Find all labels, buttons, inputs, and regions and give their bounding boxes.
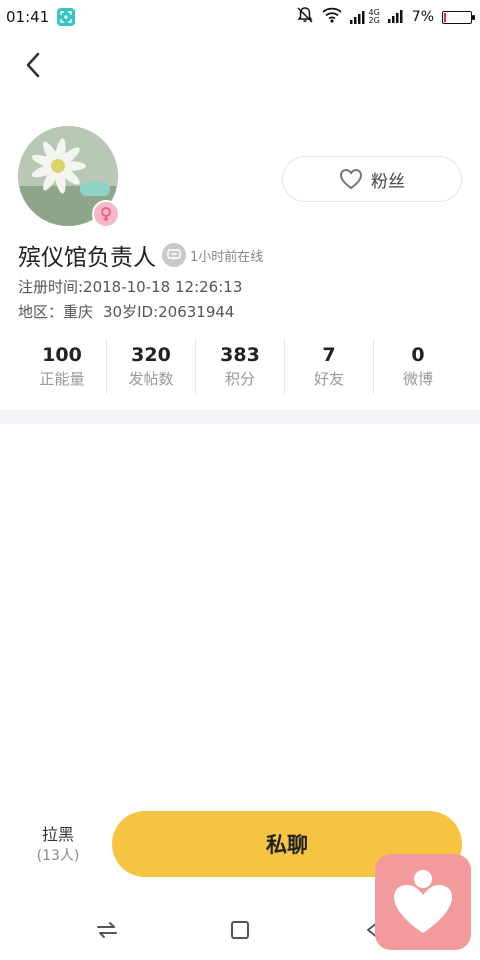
stat-friends[interactable]: 7 好友 [285,338,374,394]
stat-energy[interactable]: 100 正能量 [18,338,107,394]
block-count: (13人) [36,848,80,864]
region: 地区：重庆 [18,303,94,321]
bell-muted-icon [296,6,314,28]
scan-app-icon [57,8,76,26]
battery-level [444,12,446,22]
female-icon [92,200,120,228]
online-status: 1小时前在线 [190,249,264,265]
stat-label: 好友 [313,370,344,388]
stat-value: 0 [411,344,425,366]
floating-app-icon[interactable] [375,854,471,950]
stat-label: 发帖数 [128,370,174,388]
home-icon[interactable] [225,915,255,945]
block-label: 拉黑 [41,825,74,844]
back-button[interactable] [16,46,50,84]
username: 殡仪馆负责人 [18,245,156,271]
stats-row: 100 正能量 320 发帖数 383 积分 7 好友 0 微博 [18,338,462,394]
stat-value: 100 [42,344,82,366]
signal-icon [387,8,404,27]
fans-label: 粉丝 [371,171,405,192]
private-chat-label: 私聊 [266,833,308,857]
message-bubble-icon [162,243,186,267]
stat-label: 正能量 [39,370,85,388]
battery-icon [442,10,475,24]
stat-label: 微博 [402,370,433,388]
status-bar: 01:41 4G 2G 7% [0,0,480,34]
name-row: 殡仪馆负责人 1小时前在线 [18,238,263,272]
wifi-icon [322,7,343,27]
block-button[interactable]: 拉黑 (13人) [22,824,94,866]
switch-apps-icon[interactable] [92,915,122,945]
stat-points[interactable]: 383 积分 [196,338,285,394]
status-indicators: 4G 2G 7% [296,0,475,34]
heart-person-icon [394,870,452,933]
heart-outline-icon [339,168,363,190]
region-info: 地区：重庆 30岁ID:20631944 [18,301,244,322]
status-time: 01:41 [6,8,50,26]
stat-value: 320 [131,344,171,366]
back-arrow-icon [26,52,40,78]
battery-percent: 7% [411,9,434,25]
registration-time: 注册时间:2018-10-18 12:26:13 [18,278,243,296]
fans-button[interactable]: 粉丝 [282,156,462,202]
stat-value: 383 [220,344,260,366]
stat-posts[interactable]: 320 发帖数 [107,338,196,394]
age-id: 30岁ID:20631944 [103,303,235,321]
stat-weibo[interactable]: 0 微博 [374,338,462,394]
stat-value: 7 [322,344,336,366]
section-divider [0,410,480,424]
dual-sim-signal: 4G 2G [350,9,380,25]
stat-label: 积分 [224,370,255,388]
network-type-bottom: 2G [368,16,380,25]
